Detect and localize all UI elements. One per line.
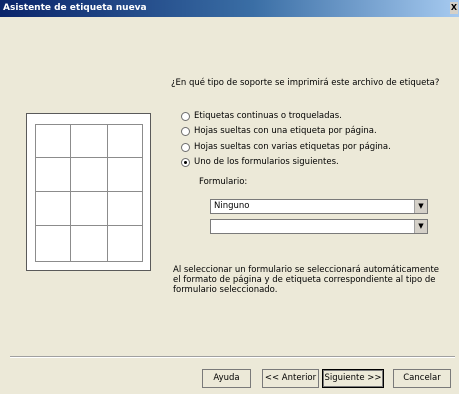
form-label: Formulario:	[199, 177, 248, 187]
title-bar: Asistente de etiqueta nueva X	[0, 0, 459, 17]
radio-button-selected[interactable]	[181, 157, 190, 167]
radio-selected-dot	[184, 160, 187, 164]
option-label: Hojas sueltas con una etiqueta por págin…	[194, 126, 377, 136]
preview-label-cell	[107, 225, 143, 262]
preview-label-cell	[107, 124, 143, 158]
option-label: Uno de los formularios siguientes.	[194, 157, 339, 167]
radio-button[interactable]	[181, 111, 190, 121]
preview-label-cell	[70, 191, 108, 226]
radio-button[interactable]	[181, 126, 190, 136]
form-select[interactable]: Ninguno ▼	[210, 199, 428, 214]
preview-label-cell	[107, 157, 143, 192]
chevron-down-icon[interactable]: ▼	[414, 220, 427, 233]
footer-divider	[10, 356, 455, 358]
option-multiple-label-sheets[interactable]: Hojas sueltas con varias etiquetas por p…	[181, 141, 391, 153]
form-select-value: Ninguno	[214, 201, 250, 211]
preview-label-cell	[107, 191, 143, 226]
preview-label-cell	[35, 225, 71, 262]
option-continuous-labels[interactable]: Etiquetas continuas o troqueladas.	[181, 110, 342, 122]
label-sheet-preview	[26, 113, 151, 271]
option-predefined-forms[interactable]: Uno de los formularios siguientes.	[181, 156, 339, 168]
media-question: ¿En qué tipo de soporte se imprimirá est…	[171, 78, 440, 88]
help-button[interactable]: Ayuda	[202, 369, 251, 388]
close-button[interactable]: X	[450, 2, 458, 14]
option-label: Etiquetas continuas o troqueladas.	[194, 111, 342, 121]
form-selection-note: Al seleccionar un formulario se seleccio…	[173, 265, 440, 295]
back-button[interactable]: << Anterior	[262, 369, 319, 388]
preview-label-cell	[35, 124, 71, 158]
form-variant-select[interactable]: ▼	[210, 219, 428, 234]
preview-label-cell	[70, 124, 108, 158]
preview-label-cell	[35, 191, 71, 226]
window-title: Asistente de etiqueta nueva	[3, 3, 147, 13]
next-button[interactable]: Siguiente >>	[322, 369, 384, 388]
radio-button[interactable]	[181, 142, 190, 152]
preview-label-cell	[70, 157, 108, 192]
preview-label-cell	[35, 157, 71, 192]
option-label: Hojas sueltas con varias etiquetas por p…	[194, 142, 391, 152]
preview-label-cell	[70, 225, 108, 262]
option-single-label-sheets[interactable]: Hojas sueltas con una etiqueta por págin…	[181, 125, 377, 137]
chevron-down-icon[interactable]: ▼	[414, 200, 427, 213]
cancel-button[interactable]: Cancelar	[393, 369, 451, 388]
